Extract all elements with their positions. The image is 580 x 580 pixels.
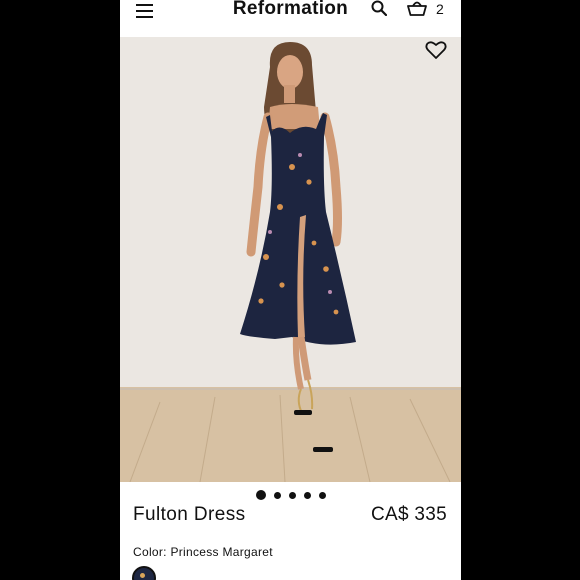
top-navigation-bar: Reformation 2 [120, 0, 461, 36]
gallery-dot[interactable] [273, 491, 281, 499]
gallery-dot[interactable] [288, 491, 296, 499]
color-label: Color: Princess Margaret [133, 545, 273, 559]
gallery-dot[interactable] [303, 491, 311, 499]
gallery-dot[interactable] [318, 491, 326, 499]
cart-count-badge[interactable]: 2 [436, 1, 444, 17]
product-name: Fulton Dress [133, 504, 246, 525]
product-price: CA$ 335 [370, 504, 447, 525]
search-icon[interactable] [371, 0, 387, 16]
shopping-basket-icon[interactable] [407, 0, 427, 16]
color-swatch[interactable] [132, 566, 156, 580]
product-image[interactable] [120, 37, 461, 482]
gallery-pagination [120, 490, 461, 500]
product-page: Reformation 2 Fulton Dress CA$ 335 Color… [120, 0, 461, 580]
model-photo [120, 37, 461, 482]
heart-icon[interactable] [425, 40, 447, 60]
gallery-dot[interactable] [255, 490, 266, 500]
